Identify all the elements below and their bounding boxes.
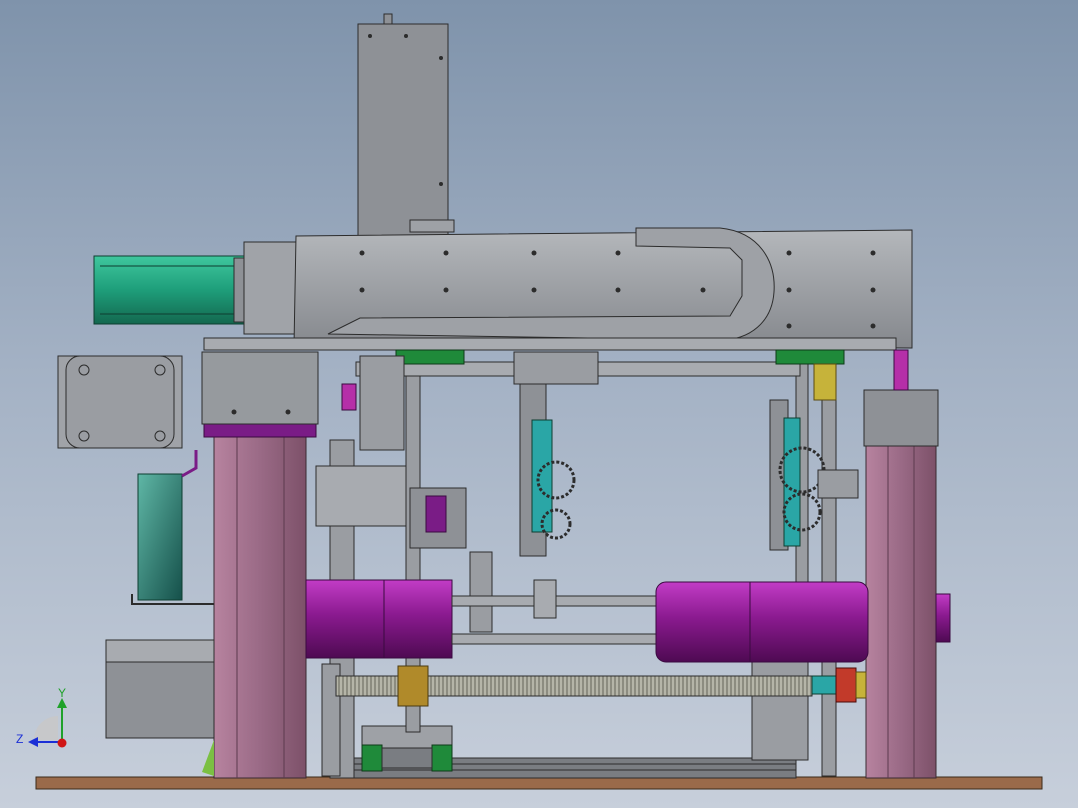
right-column [863, 389, 939, 779]
side-bracket [131, 450, 214, 605]
left-column [203, 422, 317, 779]
cad-viewport[interactable]: Y Z [0, 0, 1078, 808]
base-plate [35, 776, 1043, 790]
upper-rod [355, 349, 909, 401]
lower-gearbox [105, 639, 215, 776]
triad-y-label: Y [58, 686, 67, 700]
rail-carriage [361, 725, 453, 772]
assembly-drawing [28, 13, 1043, 790]
triad-z-label: Z [16, 732, 24, 746]
axis-triad [28, 698, 67, 748]
vertical-slide-plate [357, 13, 455, 237]
horizontal-beam [203, 227, 913, 351]
servo-motor-top [93, 241, 297, 335]
